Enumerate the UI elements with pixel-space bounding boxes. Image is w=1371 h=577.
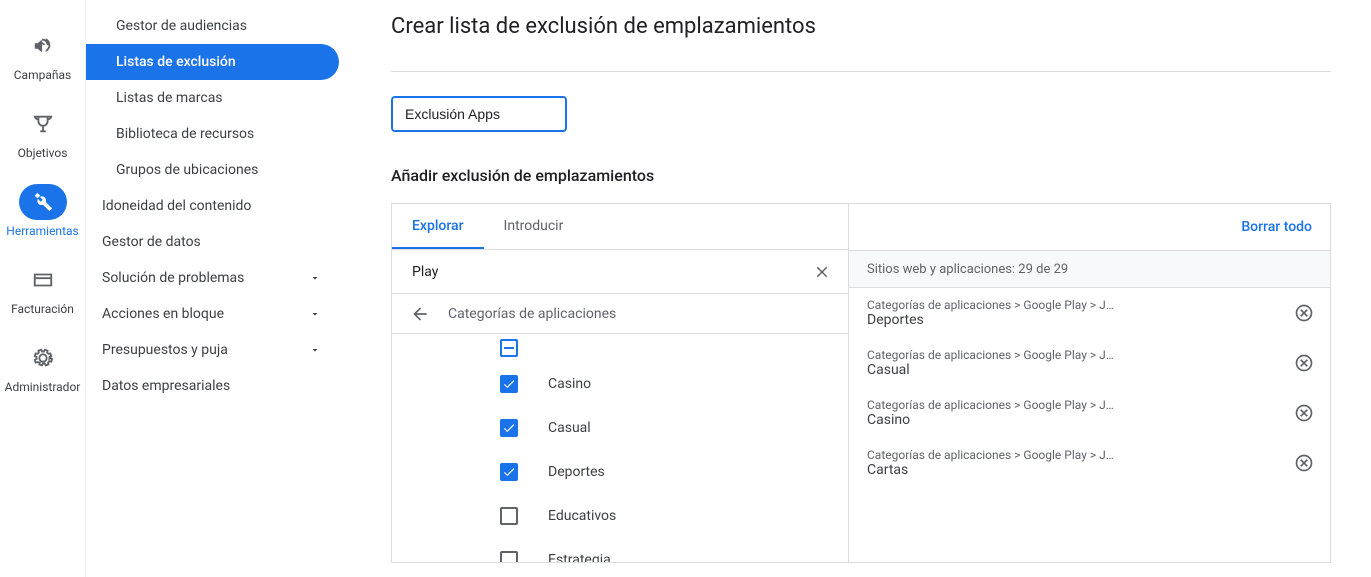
category-label: Deportes <box>548 464 605 480</box>
sidebar-item-label: Biblioteca de recursos <box>116 126 254 142</box>
sidebar-item-label: Acciones en bloque <box>102 306 224 322</box>
sidebar-item-label: Gestor de audiencias <box>116 18 247 34</box>
sidebar: Gestor de audiencias Listas de exclusión L… <box>86 0 351 577</box>
category-row[interactable]: Estrategia <box>392 538 848 562</box>
megaphone-icon <box>19 28 67 64</box>
checkbox[interactable] <box>500 419 518 437</box>
back-arrow-icon[interactable] <box>408 302 432 326</box>
category-label: Estrategia <box>548 552 611 562</box>
sidebar-item[interactable]: Gestor de audiencias <box>86 8 339 44</box>
sidebar-item-label: Solución de problemas <box>102 270 244 286</box>
selection-list: Categorías de aplicaciones > Google Play… <box>849 288 1330 562</box>
tabs: Explorar Introducir <box>392 204 848 250</box>
sidebar-item-label: Gestor de datos <box>102 234 201 250</box>
chevron-down-icon <box>307 342 323 358</box>
search-row: Play <box>392 250 848 294</box>
sidebar-item[interactable]: Grupos de ubicaciones <box>86 152 339 188</box>
left-rail: Campañas Objetivos Herramientas Facturación… <box>0 0 86 577</box>
tab-enter[interactable]: Introducir <box>484 204 584 249</box>
search-value: Play <box>412 264 810 280</box>
selected-item: Categorías de aplicaciones > Google Play… <box>849 338 1330 388</box>
selected-path: Categorías de aplicaciones > Google Play… <box>867 298 1282 312</box>
category-row[interactable]: Deportes <box>392 450 848 494</box>
sidebar-item-label: Listas de exclusión <box>116 54 236 70</box>
category-row[interactable]: Educativos <box>392 494 848 538</box>
rail-label: Herramientas <box>6 224 78 238</box>
category-row[interactable]: Casino <box>392 362 848 406</box>
panel-left: Explorar Introducir Play Categorías de a… <box>392 204 849 562</box>
checkbox[interactable] <box>500 339 518 357</box>
rail-item-admin[interactable]: Administrador <box>7 340 79 394</box>
selected-item: Categorías de aplicaciones > Google Play… <box>849 388 1330 438</box>
category-label: Casual <box>548 420 591 436</box>
sidebar-item-label: Grupos de ubicaciones <box>116 162 258 178</box>
sidebar-item[interactable]: Idoneidad del contenido <box>86 188 339 224</box>
sidebar-item[interactable]: Biblioteca de recursos <box>86 116 339 152</box>
rail-item-tools[interactable]: Herramientas <box>7 184 79 238</box>
selected-name: Casual <box>867 362 1282 378</box>
sidebar-item-label: Listas de marcas <box>116 90 223 106</box>
selected-path: Categorías de aplicaciones > Google Play… <box>867 348 1282 362</box>
selected-item: Categorías de aplicaciones > Google Play… <box>849 288 1330 338</box>
sidebar-item[interactable]: Listas de marcas <box>86 80 339 116</box>
checkbox[interactable] <box>500 507 518 525</box>
sidebar-item[interactable]: Solución de problemas <box>86 260 339 296</box>
remove-icon[interactable] <box>1292 451 1316 475</box>
checkbox[interactable] <box>500 375 518 393</box>
rail-label: Campañas <box>14 68 71 82</box>
selected-item: Categorías de aplicaciones > Google Play… <box>849 438 1330 488</box>
chevron-down-icon <box>307 306 323 322</box>
rail-item-campaigns[interactable]: Campañas <box>7 28 79 82</box>
rail-label: Facturación <box>11 302 74 316</box>
sidebar-item[interactable]: Presupuestos y puja <box>86 332 339 368</box>
remove-icon[interactable] <box>1292 351 1316 375</box>
sidebar-item-label: Datos empresariales <box>102 378 230 394</box>
clear-search-icon[interactable] <box>810 260 834 284</box>
category-row[interactable]: Casual <box>392 406 848 450</box>
gear-icon <box>19 340 67 376</box>
page-title: Crear lista de exclusión de emplazamient… <box>391 14 1331 39</box>
tab-explore[interactable]: Explorar <box>392 204 484 249</box>
sidebar-item[interactable]: Gestor de datos <box>86 224 339 260</box>
selected-name: Deportes <box>867 312 1282 328</box>
sidebar-item-label: Idoneidad del contenido <box>102 198 251 214</box>
sidebar-item[interactable]: Listas de exclusión <box>86 44 339 80</box>
selection-count: Sitios web y aplicaciones: 29 de 29 <box>849 250 1330 288</box>
category-row[interactable] <box>392 334 848 362</box>
main: Crear lista de exclusión de emplazamient… <box>351 0 1371 577</box>
trophy-icon <box>19 106 67 142</box>
sidebar-item-label: Presupuestos y puja <box>102 342 228 358</box>
checkbox[interactable] <box>500 551 518 562</box>
selected-path: Categorías de aplicaciones > Google Play… <box>867 448 1282 462</box>
wrench-icon <box>19 184 67 220</box>
breadcrumb-text: Categorías de aplicaciones <box>448 306 616 322</box>
category-label: Casino <box>548 376 591 392</box>
placements-panel: Explorar Introducir Play Categorías de a… <box>391 203 1331 563</box>
section-title: Añadir exclusión de emplazamientos <box>391 166 1331 185</box>
category-label: Educativos <box>548 508 616 524</box>
rail-item-objectives[interactable]: Objetivos <box>7 106 79 160</box>
panel-right: Borrar todo Sitios web y aplicaciones: 2… <box>849 204 1330 562</box>
selected-name: Cartas <box>867 462 1282 478</box>
card-icon <box>19 262 67 298</box>
chevron-down-icon <box>307 270 323 286</box>
rail-label: Administrador <box>5 380 81 394</box>
sidebar-item[interactable]: Datos empresariales <box>86 368 339 404</box>
checkbox[interactable] <box>500 463 518 481</box>
breadcrumb-row: Categorías de aplicaciones <box>392 294 848 334</box>
category-list: Casino Casual Deportes Educativos Estrategia <box>392 334 848 562</box>
list-name-input[interactable] <box>391 96 567 132</box>
rail-item-billing[interactable]: Facturación <box>7 262 79 316</box>
selected-path: Categorías de aplicaciones > Google Play… <box>867 398 1282 412</box>
clear-all-button[interactable]: Borrar todo <box>1241 219 1312 235</box>
remove-icon[interactable] <box>1292 301 1316 325</box>
selected-name: Casino <box>867 412 1282 428</box>
sidebar-item[interactable]: Acciones en bloque <box>86 296 339 332</box>
rail-label: Objetivos <box>18 146 68 160</box>
remove-icon[interactable] <box>1292 401 1316 425</box>
